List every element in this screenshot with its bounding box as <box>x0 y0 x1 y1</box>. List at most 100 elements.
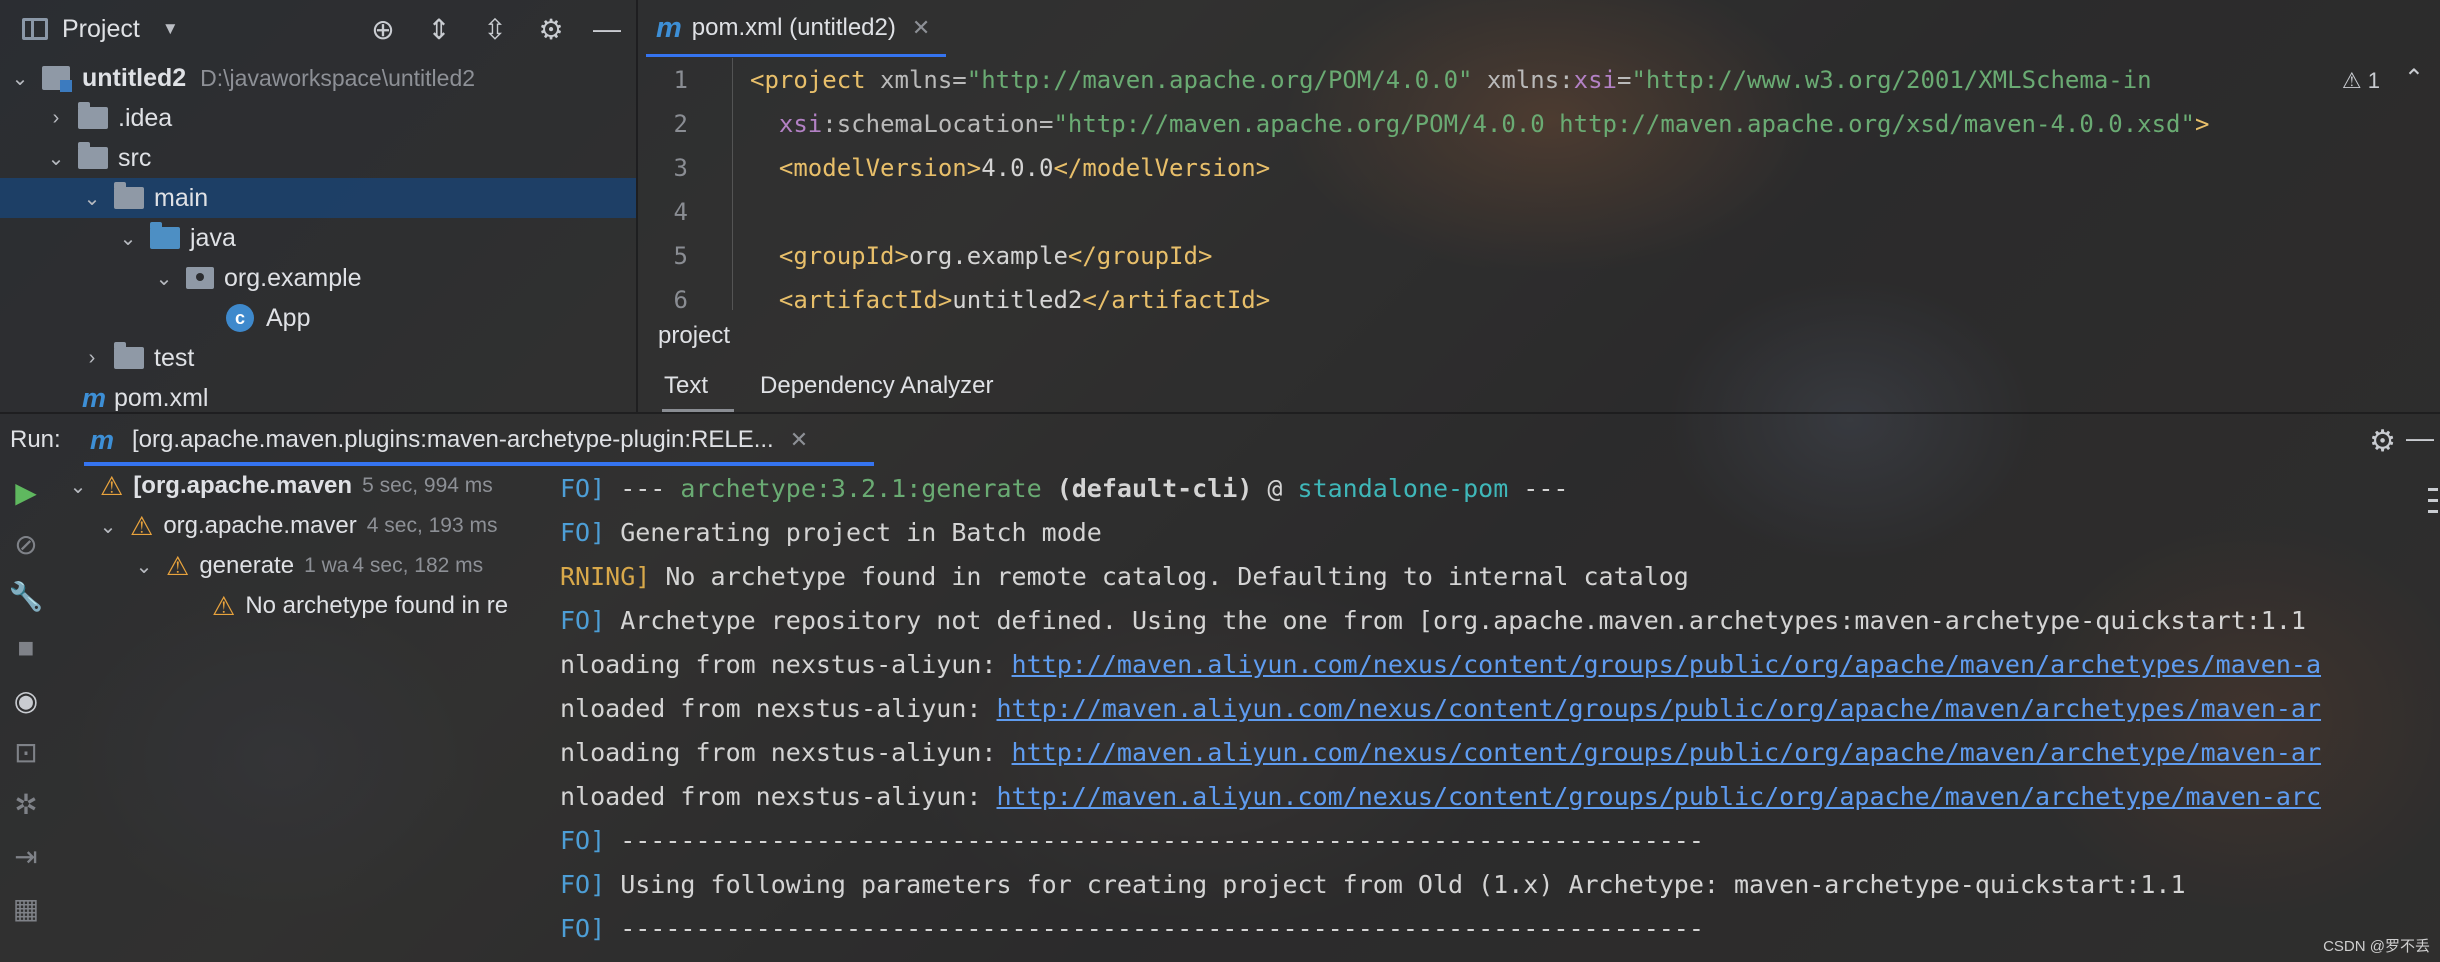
layout-icon[interactable]: ▦ <box>6 882 46 934</box>
maven-file-icon: m <box>656 11 682 44</box>
eye-icon[interactable]: ◉ <box>6 674 46 726</box>
xml-tag: <artifactId> <box>778 286 953 310</box>
settings-icon[interactable]: ✲ <box>6 778 46 830</box>
code-line[interactable]: 2 xsi:schemaLocation= "http://maven.apach… <box>638 102 2440 146</box>
tree-item-label: org.example <box>224 263 362 292</box>
tree-item-java[interactable]: ⌄ java <box>0 218 636 258</box>
scroll-marker <box>2428 488 2438 491</box>
line-number: 1 <box>673 66 688 94</box>
console-scroll-markers[interactable] <box>2426 480 2440 600</box>
xml-tag: <project <box>750 66 866 94</box>
xml-value: "http://maven.apache.org/POM/4.0.0 http:… <box>1053 110 2195 138</box>
run-tree-item[interactable]: ⌄ ⚠ org.apache.maver 4 sec, 193 ms <box>52 506 532 546</box>
log-text: nloading from nexstus-aliyun: <box>560 737 1012 767</box>
log-project: standalone-pom <box>1297 473 1509 503</box>
log-text: nloaded from nexstus-aliyun: <box>560 781 997 811</box>
gear-icon[interactable]: ⚙ <box>534 12 568 46</box>
tab-dependency-analyzer[interactable]: Dependency Analyzer <box>734 360 1019 412</box>
line-number: 3 <box>673 154 688 182</box>
collapse-all-icon[interactable]: ⇳ <box>478 12 512 46</box>
log-level: FO] <box>560 913 606 943</box>
stop-icon[interactable]: ■ <box>6 622 46 674</box>
hide-icon[interactable]: — <box>2406 422 2434 454</box>
tree-item-label: java <box>190 223 236 252</box>
source-folder-icon <box>150 222 180 249</box>
chevron-right-icon[interactable]: › <box>82 347 102 370</box>
rerun-icon[interactable]: ▶ <box>6 466 46 518</box>
tree-item-app[interactable]: c App <box>0 298 636 338</box>
run-tab-label: [org.apache.maven.plugins:maven-archetyp… <box>132 426 774 453</box>
log-level: RNING] <box>560 561 651 591</box>
tree-item-src[interactable]: ⌄ src <box>0 138 636 178</box>
log-text: --- <box>605 473 681 503</box>
expand-all-icon[interactable]: ⇕ <box>422 12 456 46</box>
inspection-warnings[interactable]: ⚠ 1 <box>2342 68 2380 94</box>
xml-tag: > <box>2194 110 2210 138</box>
chevron-down-icon[interactable]: ▼ <box>162 19 179 39</box>
run-label: Run: <box>10 426 61 453</box>
tree-item-main[interactable]: ⌄ main <box>0 178 636 218</box>
run-tree-item[interactable]: ⌄ ⚠ [org.apache.maven 5 sec, 994 ms <box>52 466 532 506</box>
chevron-down-icon[interactable]: ⌄ <box>134 554 154 579</box>
code-line[interactable]: 3 <modelVersion> 4.0.0 </modelVersion> <box>638 146 2440 190</box>
chevron-right-icon[interactable]: › <box>46 107 66 130</box>
exit-icon[interactable]: ⇥ <box>6 830 46 882</box>
scroll-marker <box>2428 499 2438 502</box>
warning-count: 1 <box>2367 68 2380 93</box>
camera-icon[interactable]: ⊡ <box>6 726 46 778</box>
warning-icon: ⚠ <box>2341 68 2362 93</box>
scroll-marker <box>2428 510 2438 513</box>
project-tool-window: Project ▼ ⊕ ⇕ ⇳ ⚙ — ⌄ untitled2 D:\javaw… <box>0 0 636 413</box>
log-text: ----------------------------------------… <box>605 913 1704 943</box>
xml-attr: = <box>1617 66 1632 94</box>
log-link[interactable]: http://maven.aliyun.com/nexus/content/gr… <box>1012 738 2321 767</box>
run-item-label: generate <box>199 552 295 579</box>
chevron-down-icon[interactable]: ⌄ <box>68 474 88 499</box>
tree-item-test[interactable]: › test <box>0 338 636 378</box>
tree-item-untitled2[interactable]: ⌄ untitled2 D:\javaworkspace\untitled2 <box>0 58 636 98</box>
chevron-up-icon[interactable]: ⌃ <box>2404 64 2424 93</box>
xml-tag: </modelVersion> <box>1053 154 1271 182</box>
chevron-down-icon[interactable]: ⌄ <box>10 66 30 91</box>
code-line[interactable]: 6 <artifactId> untitled2 </artifactId> <box>638 278 2440 310</box>
tree-item-label: .idea <box>118 103 173 132</box>
tab-pom-xml[interactable]: m pom.xml (untitled2) ✕ <box>656 0 944 56</box>
log-level: FO] <box>560 869 606 899</box>
code-line[interactable]: 1 <project xmlns= "http://maven.apache.org… <box>638 58 2440 102</box>
close-icon[interactable]: ✕ <box>912 15 930 41</box>
log-text: ----------------------------------------… <box>605 825 1704 855</box>
chevron-down-icon[interactable]: ⌄ <box>98 514 118 539</box>
gear-icon[interactable]: ⚙ <box>2369 424 2396 459</box>
run-tree-item[interactable]: ⌄ ⚠ generate 1 wa 4 sec, 182 ms <box>52 546 532 586</box>
code-line[interactable]: 4 <box>638 190 2440 234</box>
breadcrumb[interactable]: project <box>658 322 730 350</box>
code-editor[interactable]: 1 <project xmlns= "http://maven.apache.org… <box>638 58 2440 310</box>
log-level: FO] <box>560 473 606 503</box>
toggle-offline-icon[interactable]: ⊘ <box>6 518 46 570</box>
wrench-icon[interactable]: 🔧 <box>6 570 46 622</box>
run-toolbar: ▶ ⊘ 🔧 ■ ◉ ⊡ ✲ ⇥ ▦ <box>0 466 52 962</box>
chevron-down-icon[interactable]: ⌄ <box>46 146 66 171</box>
chevron-down-icon[interactable]: ⌄ <box>118 226 138 251</box>
chevron-down-icon[interactable]: ⌄ <box>154 266 174 291</box>
folder-icon <box>114 182 144 209</box>
code-line[interactable]: 5 <groupId> org.example </groupId> <box>638 234 2440 278</box>
log-link[interactable]: http://maven.aliyun.com/nexus/content/gr… <box>1012 650 2321 679</box>
tree-item-label: App <box>266 303 311 332</box>
console-output[interactable]: FO] --- archetype:3.2.1:generate (defaul… <box>548 466 2414 962</box>
select-opened-file-icon[interactable]: ⊕ <box>366 12 400 46</box>
log-link[interactable]: http://maven.aliyun.com/nexus/content/gr… <box>997 694 2322 723</box>
log-link[interactable]: http://maven.aliyun.com/nexus/content/gr… <box>997 782 2322 811</box>
close-icon[interactable]: ✕ <box>790 427 808 453</box>
run-config-tab[interactable]: m [org.apache.maven.plugins:maven-archet… <box>90 414 808 466</box>
project-title[interactable]: Project <box>62 15 140 44</box>
tree-item-idea[interactable]: › .idea <box>0 98 636 138</box>
run-item-time: 4 sec, 182 ms <box>352 554 484 577</box>
chevron-down-icon[interactable]: ⌄ <box>82 186 102 211</box>
xml-namespace: xsi <box>1573 66 1617 94</box>
warning-icon: ⚠ <box>100 470 124 501</box>
run-tree-item[interactable]: ⚠ No archetype found in re <box>52 586 532 626</box>
tab-text[interactable]: Text <box>638 360 735 412</box>
tree-item-org-example[interactable]: ⌄ org.example <box>0 258 636 298</box>
hide-icon[interactable]: — <box>590 12 624 46</box>
